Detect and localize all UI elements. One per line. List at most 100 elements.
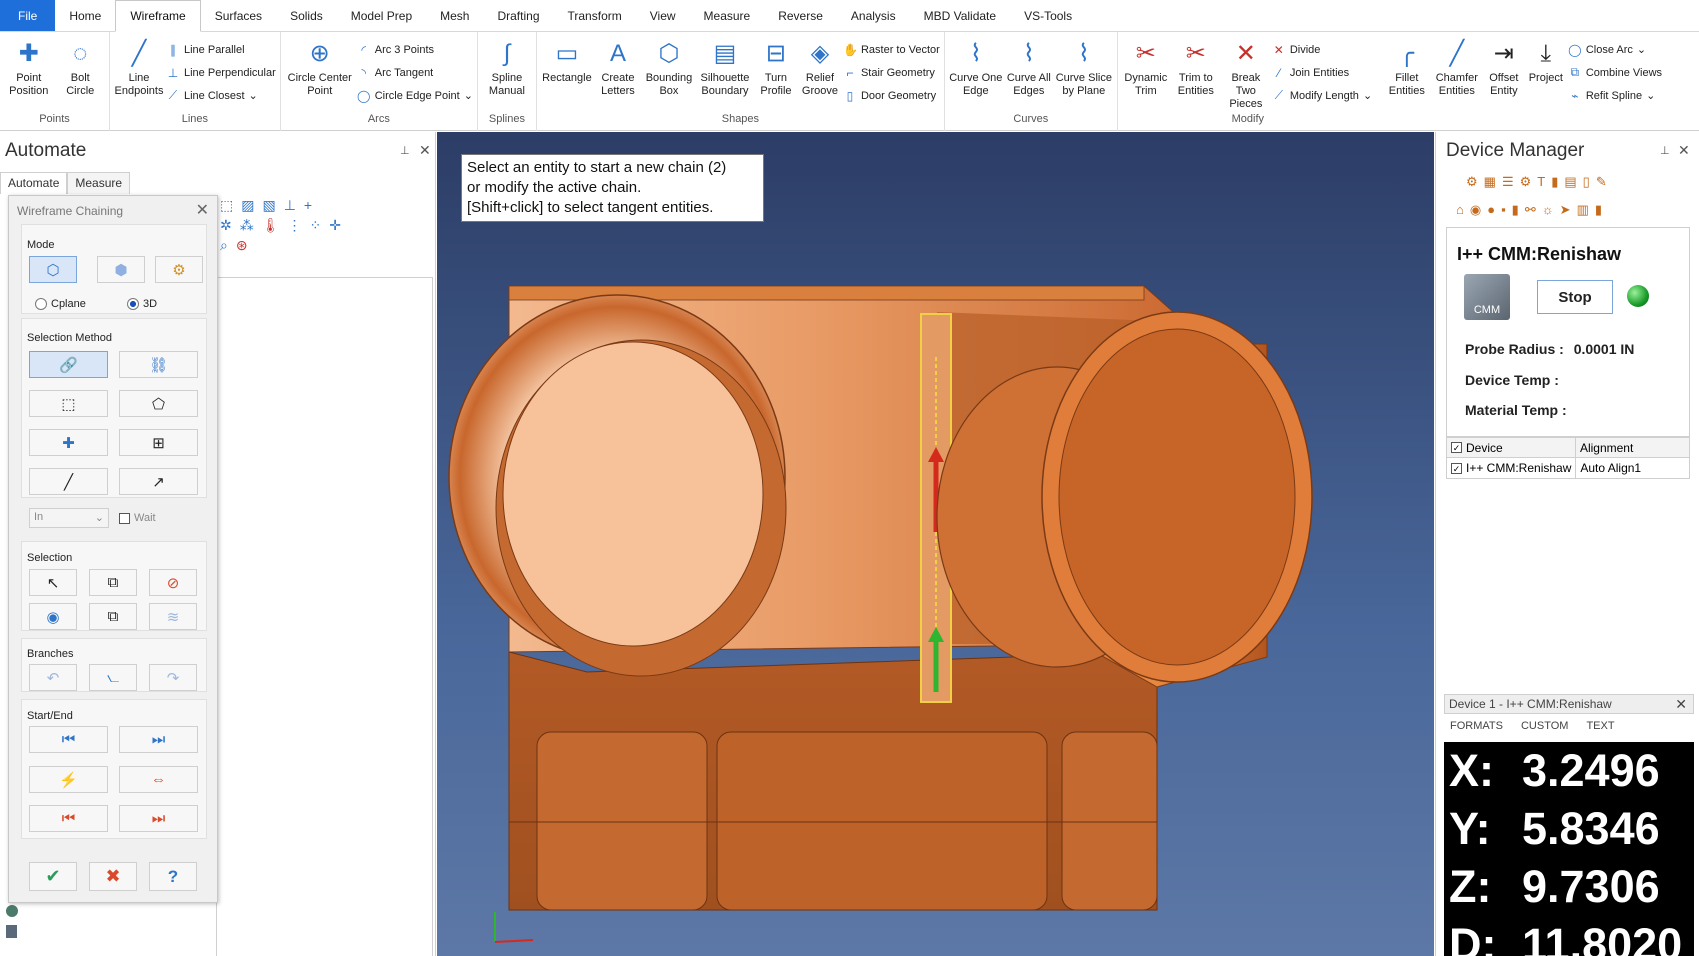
line-endpoints-button[interactable]: ╱ Line Endpoints <box>114 36 164 98</box>
grid-icon[interactable]: ⋮ <box>288 217 302 234</box>
pin-icon[interactable]: ⊥ <box>1660 144 1670 157</box>
tab-drafting[interactable]: Drafting <box>483 0 553 31</box>
list-icon[interactable]: ☰ <box>1502 174 1514 190</box>
stop-button[interactable]: Stop <box>1537 280 1613 314</box>
refit-spline-button[interactable]: ⌁ Refit Spline ⌄ <box>1568 86 1662 105</box>
polygon-select-button[interactable]: ⬠ <box>119 390 198 417</box>
tab-surfaces[interactable]: Surfaces <box>201 0 276 31</box>
units-select[interactable]: In ⌄ <box>29 508 109 528</box>
single-select-button[interactable]: ✚ <box>29 429 108 456</box>
spline-manual-button[interactable]: ∫ Spline Manual <box>482 36 532 98</box>
link-icon[interactable]: ⚯ <box>1525 202 1536 218</box>
partial-chain-button[interactable]: ⛓ <box>119 351 198 378</box>
bounding-box-button[interactable]: ⬡ Bounding Box <box>643 36 695 98</box>
modify-length-button[interactable]: ⟋ Modify Length ⌄ <box>1272 86 1382 105</box>
tab-mbd-validate[interactable]: MBD Validate <box>910 0 1010 31</box>
chart-icon[interactable]: ▮ <box>1551 174 1558 190</box>
home-icon[interactable]: ⌂ <box>1456 202 1464 218</box>
line-perpendicular-button[interactable]: ⊥ Line Perpendicular <box>166 63 276 82</box>
tab-vs-tools[interactable]: VS-Tools <box>1010 0 1086 31</box>
tab-view[interactable]: View <box>636 0 690 31</box>
rps-icon[interactable]: ⁂ <box>240 217 254 234</box>
table-icon[interactable]: ▤ <box>1564 174 1576 190</box>
tab-text[interactable]: TEXT <box>1586 720 1614 732</box>
tab-wireframe[interactable]: Wireframe <box>115 0 201 32</box>
sun-icon[interactable]: ☼ <box>1542 202 1554 218</box>
chamfer-entities-button[interactable]: ╱ Chamfer Entities <box>1432 36 1482 98</box>
start-back-button[interactable]: ⏮ <box>29 726 108 753</box>
add-icon[interactable]: + <box>304 197 312 214</box>
tab-formats[interactable]: FORMATS <box>1450 720 1503 732</box>
graphics-viewport[interactable]: Select an entity to start a new chain (2… <box>437 132 1434 956</box>
tab-analysis[interactable]: Analysis <box>837 0 910 31</box>
tab-custom[interactable]: CUSTOM <box>1521 720 1568 732</box>
tag-icon[interactable]: ⬚ <box>220 197 233 214</box>
dot-icon[interactable]: ▪ <box>1501 202 1506 218</box>
close-icon[interactable]: ✕ <box>1678 142 1690 159</box>
reverse-selection-button[interactable]: ◉ <box>29 603 77 630</box>
unselect-button[interactable]: ⊘ <box>149 569 197 596</box>
turn-profile-button[interactable]: ⊟ Turn Profile <box>755 36 797 98</box>
branch-forward-button[interactable]: ↷ <box>149 664 197 691</box>
curve-one-edge-button[interactable]: ⌇ Curve One Edge <box>949 36 1003 98</box>
dialog-close-icon[interactable]: ✕ <box>196 200 209 220</box>
tab-mesh[interactable]: Mesh <box>426 0 483 31</box>
branch-point-button[interactable]: ⦦ <box>89 664 137 691</box>
crosshair-icon[interactable]: ✛ <box>329 217 341 234</box>
vector-arrow-button[interactable]: ↗ <box>119 468 198 495</box>
arrow-icon[interactable]: ➤ <box>1560 202 1571 218</box>
tool-icon[interactable]: ✎ <box>1596 174 1607 190</box>
tab-file[interactable]: File <box>0 0 56 31</box>
zoom-target-icon[interactable]: ⊛ <box>236 237 248 254</box>
probe-icon[interactable]: T <box>1537 174 1545 190</box>
break-two-pieces-button[interactable]: ✕ Break Two Pieces <box>1222 36 1270 111</box>
radio-3d[interactable]: 3D <box>127 298 157 310</box>
divide-button[interactable]: ✕ Divide <box>1272 40 1382 59</box>
relief-groove-button[interactable]: ◈ Relief Groove <box>799 36 841 98</box>
area-select-button[interactable]: ⊞ <box>119 429 198 456</box>
column-icon[interactable]: ▥ <box>1577 202 1589 218</box>
chain-button[interactable]: 🔗 <box>29 351 108 378</box>
scatter-icon[interactable]: ⁘ <box>310 217 322 234</box>
points-icon[interactable]: ✲ <box>220 217 232 234</box>
tab-measure[interactable]: Measure <box>690 0 765 31</box>
tab-model-prep[interactable]: Model Prep <box>337 0 426 31</box>
curve-slice-by-plane-button[interactable]: ⌇ Curve Slice by Plane <box>1055 36 1113 98</box>
rectangle-button[interactable]: ▭ Rectangle <box>541 36 593 85</box>
arc-tangent-button[interactable]: ◝ Arc Tangent <box>357 63 473 82</box>
cancel-button[interactable]: ✖ <box>89 862 137 891</box>
readout-close-icon[interactable]: ✕ <box>1675 696 1687 713</box>
vector-select-button[interactable]: ╱ <box>29 468 108 495</box>
tab-automate-measure[interactable]: Measure <box>67 172 131 194</box>
mode-solid-button[interactable]: ⬢ <box>97 256 145 283</box>
tab-automate[interactable]: Automate <box>0 172 68 194</box>
create-letters-button[interactable]: A Create Letters <box>595 36 641 98</box>
table-row[interactable]: ✓ I++ CMM:Renishaw Auto Align1 <box>1446 458 1690 479</box>
node-settings-button[interactable]: ⧉ <box>89 603 137 630</box>
dynamic-start-button[interactable]: ⚡ <box>29 766 108 793</box>
end-forward-button[interactable]: ⏭ <box>119 805 198 832</box>
trim-to-entities-button[interactable]: ✂ Trim to Entities <box>1172 36 1220 98</box>
tab-home[interactable]: Home <box>55 0 115 31</box>
record-icon[interactable]: ● <box>1487 202 1495 218</box>
chart-bar-icon[interactable]: ▮ <box>1595 202 1602 218</box>
bolt-circle-button[interactable]: ◌ Bolt Circle <box>56 36 106 98</box>
ok-button[interactable]: ✔ <box>29 862 77 891</box>
settings-icon[interactable]: ⚙ <box>1466 174 1478 190</box>
combine-views-button[interactable]: ⧉ Combine Views <box>1568 63 1663 82</box>
raster-to-vector-button[interactable]: ✋ Raster to Vector <box>843 40 940 59</box>
mode-wireframe-button[interactable]: ⬡ <box>29 256 77 283</box>
join-entities-button[interactable]: ⁄ Join Entities <box>1272 63 1382 82</box>
dynamic-trim-button[interactable]: ✂ Dynamic Trim <box>1122 36 1170 98</box>
panel-icon[interactable]: ▦ <box>1484 174 1496 190</box>
project-button[interactable]: ⤓ Project <box>1526 36 1566 85</box>
close-arc-button[interactable]: ◯ Close Arc ⌄ <box>1568 40 1662 59</box>
branch-back-button[interactable]: ↶ <box>29 664 77 691</box>
checkbox-checked-icon[interactable]: ✓ <box>1451 442 1462 453</box>
wait-checkbox[interactable]: Wait <box>119 512 156 524</box>
line-closest-button[interactable]: ⟋ Line Closest ⌄ <box>166 86 276 105</box>
tab-transform[interactable]: Transform <box>554 0 636 31</box>
hatch-icon[interactable]: ▨ <box>241 197 254 214</box>
offset-entity-button[interactable]: ⇥ Offset Entity <box>1484 36 1524 98</box>
window-select-button[interactable]: ⬚ <box>29 390 108 417</box>
